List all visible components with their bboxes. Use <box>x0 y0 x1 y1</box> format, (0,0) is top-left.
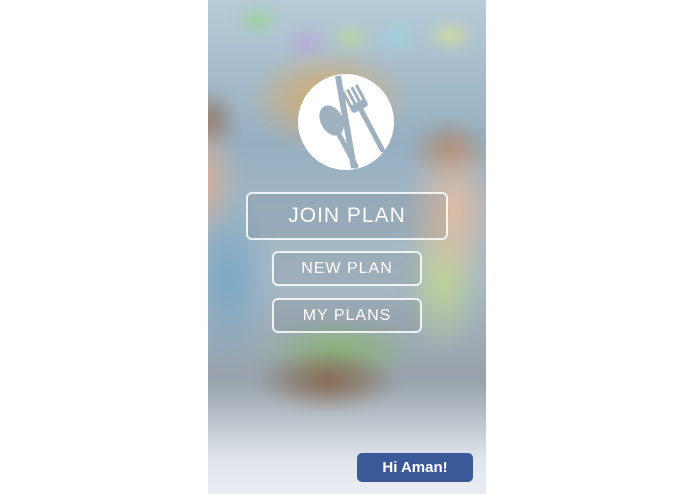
phone-screen: JOIN PLAN NEW PLAN MY PLANS Hi Aman! <box>208 0 486 494</box>
user-greeting-badge[interactable]: Hi Aman! <box>357 453 473 482</box>
screen: JOIN PLAN NEW PLAN MY PLANS Hi Aman! <box>0 0 695 494</box>
join-plan-button[interactable]: JOIN PLAN <box>246 192 448 240</box>
new-plan-button[interactable]: NEW PLAN <box>272 251 422 286</box>
my-plans-button[interactable]: MY PLANS <box>272 298 422 333</box>
plate-spoon-fork-icon <box>298 74 394 170</box>
